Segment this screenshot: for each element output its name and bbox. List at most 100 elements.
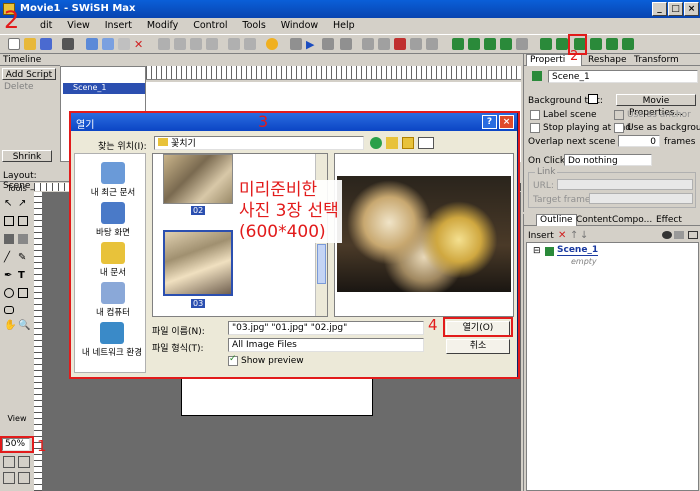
insert-effect-icon[interactable] — [540, 38, 552, 50]
preview-icon[interactable] — [62, 38, 74, 50]
insert-group-icon[interactable] — [516, 38, 528, 50]
add-script-button[interactable]: Add Script — [2, 68, 56, 80]
stop-icon[interactable] — [290, 38, 302, 50]
menu-edit[interactable]: dit — [40, 20, 52, 31]
shrink-button[interactable]: Shrink — [2, 150, 52, 162]
stage-canvas[interactable] — [181, 378, 373, 416]
first-frame-icon[interactable] — [362, 38, 374, 50]
tab-reshape[interactable]: Reshape — [588, 55, 627, 65]
zoom-actual-icon[interactable] — [18, 472, 30, 484]
use-as-anchor-checkbox[interactable] — [614, 110, 624, 120]
rounded-rect-tool-icon[interactable] — [4, 306, 14, 314]
url-field[interactable] — [557, 179, 693, 190]
zoom-fit-icon[interactable] — [18, 456, 30, 468]
visibility-icon[interactable] — [662, 231, 672, 239]
move-down-icon[interactable]: ↓ — [580, 230, 588, 241]
insert-scene-icon[interactable] — [452, 38, 464, 50]
align-top-icon[interactable] — [190, 38, 202, 50]
open-folder-icon[interactable] — [24, 38, 36, 50]
next-frame-icon[interactable] — [410, 38, 422, 50]
line-tool-icon[interactable]: ╱ — [4, 252, 14, 263]
layout-tab[interactable]: Layout: Scene_ — [0, 170, 70, 191]
note-line-1: 미리준비한 — [239, 180, 318, 200]
bring-forward-icon[interactable] — [158, 38, 170, 50]
menu-view[interactable]: View — [67, 20, 90, 31]
pen-tool-icon[interactable]: ✒ — [4, 270, 14, 281]
zoom-tool-icon[interactable]: 🔍 — [18, 320, 30, 331]
help-icon[interactable] — [266, 38, 278, 50]
tab-transform[interactable]: Transform — [634, 55, 679, 65]
pause-icon[interactable] — [340, 38, 352, 50]
tab-effect[interactable]: Effect — [656, 215, 682, 225]
timeline-scene-row[interactable]: Scene_1 — [63, 83, 145, 94]
new-file-icon[interactable] — [8, 38, 20, 50]
record-icon[interactable] — [394, 38, 406, 50]
text-tool-icon[interactable]: T — [18, 270, 28, 281]
scene-name-field[interactable]: Scene_1 — [548, 70, 698, 83]
zoom-in-icon[interactable] — [3, 456, 15, 468]
last-frame-icon[interactable] — [426, 38, 438, 50]
overlap-field[interactable]: 0 — [618, 135, 660, 147]
ungroup-icon[interactable] — [244, 38, 256, 50]
maximize-button[interactable]: □ — [668, 2, 683, 16]
copy-icon[interactable] — [102, 38, 114, 50]
insert-text-icon[interactable] — [468, 38, 480, 50]
insert-button-icon[interactable] — [484, 38, 496, 50]
hand-tool-icon[interactable]: ✋ — [4, 320, 16, 331]
menu-window[interactable]: Window — [281, 20, 318, 31]
delete-label[interactable]: Delete — [4, 82, 34, 92]
stop-playing-checkbox[interactable] — [530, 123, 540, 133]
minimize-button[interactable]: _ — [652, 2, 667, 16]
send-back-icon[interactable] — [174, 38, 186, 50]
image-tool-icon[interactable] — [18, 234, 28, 244]
tab-content[interactable]: Content — [576, 215, 612, 225]
import-movie-icon[interactable] — [606, 38, 618, 50]
insert-script-icon[interactable] — [622, 38, 634, 50]
play-icon[interactable]: ▶ — [306, 38, 318, 51]
label-scene-checkbox[interactable] — [530, 110, 540, 120]
lock-icon[interactable] — [674, 231, 684, 239]
prev-frame-icon[interactable] — [378, 38, 390, 50]
on-click-label: On Click: — [528, 156, 569, 166]
save-icon[interactable] — [40, 38, 52, 50]
menu-help[interactable]: Help — [333, 20, 355, 31]
close-button[interactable]: × — [684, 2, 699, 16]
menu-tools[interactable]: Tools — [242, 20, 265, 31]
select-tool-icon[interactable]: ↖ — [4, 198, 14, 209]
play-movie-icon[interactable] — [322, 38, 334, 50]
use-as-bg-checkbox[interactable] — [614, 123, 624, 133]
import-sound-icon[interactable] — [590, 38, 602, 50]
menu-control[interactable]: Control — [193, 20, 227, 31]
motion-path-icon[interactable] — [18, 216, 28, 226]
delete-icon[interactable]: ✕ — [134, 38, 146, 51]
cut-icon[interactable] — [86, 38, 98, 50]
insert-sprite-icon[interactable] — [500, 38, 512, 50]
group-icon[interactable] — [228, 38, 240, 50]
tab-components[interactable]: Compo... — [612, 215, 652, 225]
bg-tint-swatch[interactable] — [588, 94, 598, 104]
target-frame-field[interactable] — [589, 193, 693, 204]
insert-content-icon[interactable] — [556, 38, 568, 50]
paste-icon[interactable] — [118, 38, 130, 50]
move-up-icon[interactable]: ↑ — [570, 230, 578, 241]
tree-collapse-icon[interactable]: ⊟ — [533, 246, 541, 256]
pencil-tool-icon[interactable]: ✎ — [18, 252, 28, 263]
insert-dropdown[interactable]: Insert — [528, 231, 554, 241]
outline-delete-icon[interactable]: ✕ — [558, 230, 566, 241]
tree-scene-item[interactable]: Scene_1 — [557, 245, 599, 256]
align-bottom-icon[interactable] — [206, 38, 218, 50]
reshape-tool-icon[interactable]: ↗ — [18, 198, 28, 209]
timeline-ruler[interactable] — [146, 66, 521, 80]
ellipse-tool-icon[interactable] — [4, 288, 14, 298]
tab-outline[interactable]: Outline — [536, 214, 577, 226]
use-as-anchor-label: Use as anchor — [627, 110, 691, 120]
fill-tool-icon[interactable] — [4, 234, 14, 244]
menu-insert[interactable]: Insert — [105, 20, 132, 31]
menu-modify[interactable]: Modify — [147, 20, 178, 31]
on-click-select[interactable]: Do nothing — [564, 154, 652, 166]
rectangle-tool-icon[interactable] — [18, 288, 28, 298]
outline-options-icon[interactable] — [688, 231, 698, 239]
zoom-out-icon[interactable] — [3, 472, 15, 484]
transform-tool-icon[interactable] — [4, 216, 14, 226]
movie-properties-button[interactable]: Movie Properties... — [616, 94, 696, 118]
